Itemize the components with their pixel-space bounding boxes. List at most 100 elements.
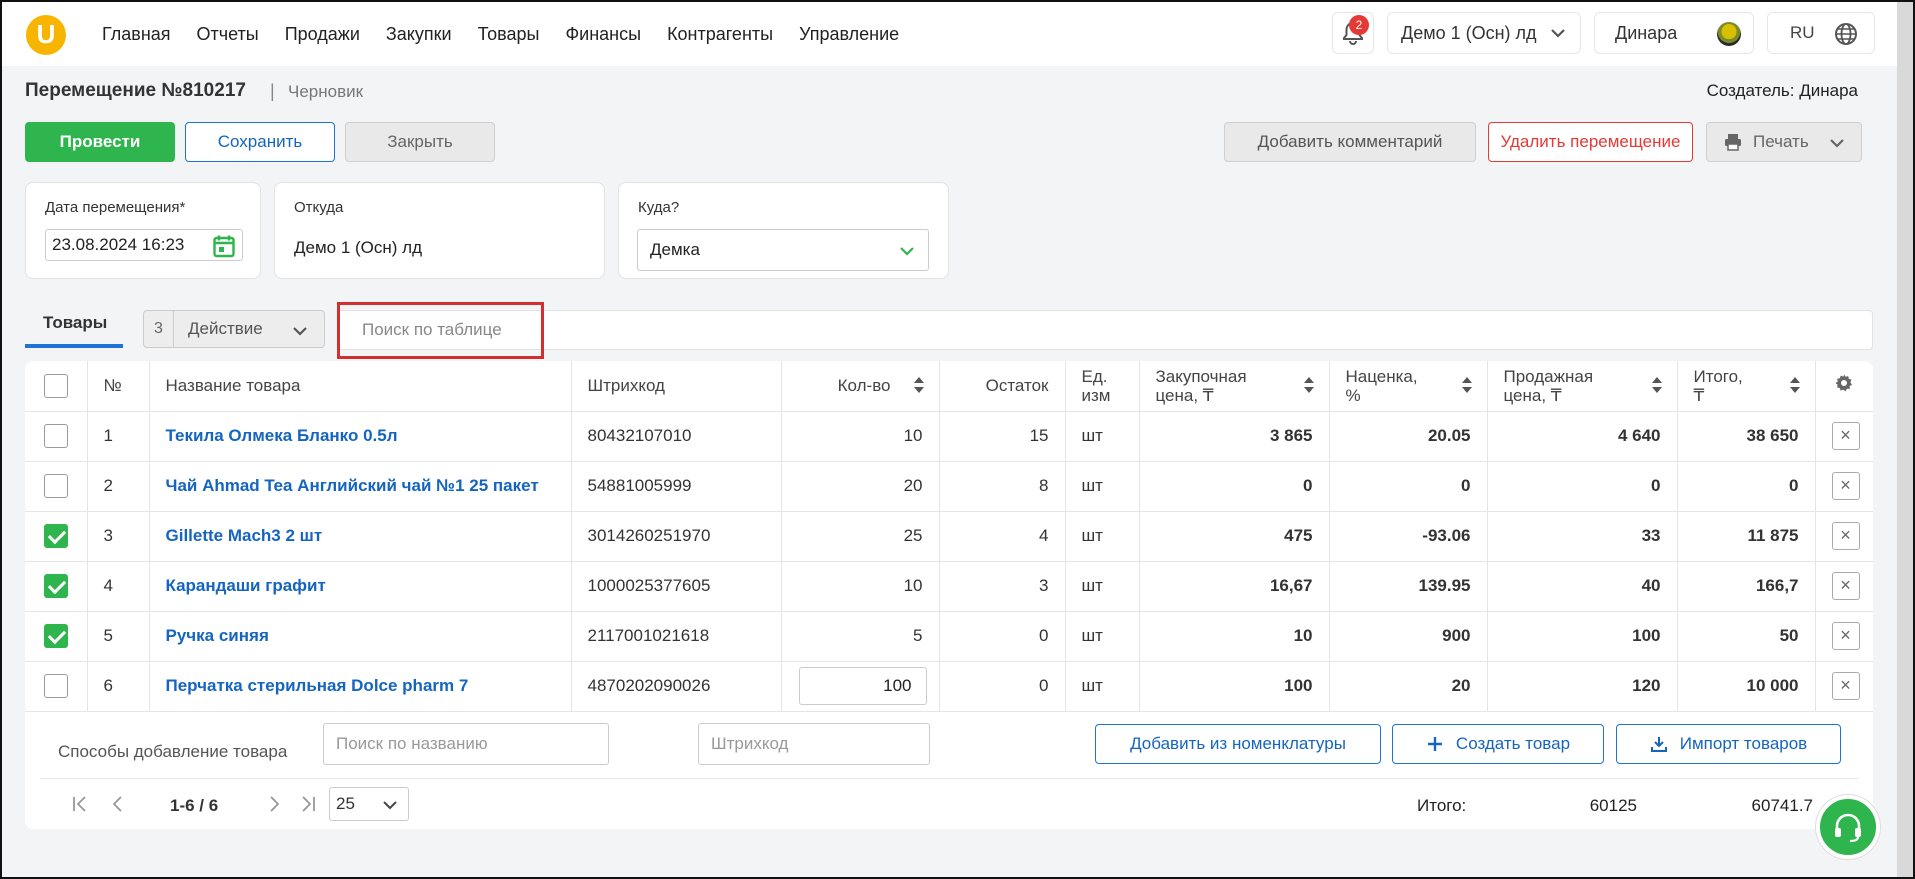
transfer-date-input[interactable]: 23.08.2024 16:23 [45, 229, 243, 261]
sort-icon [1651, 377, 1662, 393]
col-stock: Остаток [939, 361, 1066, 412]
print-button[interactable]: Печать [1706, 122, 1862, 162]
nav-purchases[interactable]: Закупки [386, 24, 452, 45]
markup-cell[interactable]: 0 [1329, 461, 1488, 512]
unit-cell: шт [1065, 511, 1140, 562]
prev-page-icon[interactable] [109, 795, 127, 813]
sale-price-cell[interactable]: 100 [1487, 611, 1678, 662]
row-checkbox[interactable] [43, 424, 68, 448]
purchase-price-cell[interactable]: 0 [1139, 461, 1330, 512]
row-checkbox[interactable] [43, 524, 68, 548]
remove-row-button[interactable]: × [1831, 522, 1860, 550]
qty-cell[interactable]: 5 [781, 611, 940, 662]
notifications-badge: 2 [1349, 15, 1369, 35]
row-total-cell: 0 [1677, 461, 1816, 512]
col-sale-price[interactable]: Продажная цена, ₸ [1487, 361, 1678, 412]
barcode-input[interactable] [698, 723, 930, 765]
tab-products[interactable]: Товары [25, 310, 123, 348]
nav-sales[interactable]: Продажи [285, 24, 360, 45]
add-comment-button[interactable]: Добавить комментарий [1224, 122, 1476, 162]
row-checkbox[interactable] [43, 574, 68, 598]
markup-cell[interactable]: 139.95 [1329, 561, 1488, 612]
organization-name: Демо 1 (Осн) лд [1401, 22, 1537, 43]
table-search-input[interactable] [362, 312, 530, 348]
sale-price-cell[interactable]: 33 [1487, 511, 1678, 562]
purchase-price-cell[interactable]: 10 [1139, 611, 1330, 662]
sale-price-cell[interactable]: 40 [1487, 561, 1678, 612]
nav-counterparties[interactable]: Контрагенты [667, 24, 773, 45]
total-label: Итого: [1417, 796, 1467, 815]
product-name-search-input[interactable] [323, 723, 609, 765]
close-button[interactable]: Закрыть [345, 122, 495, 162]
qty-cell[interactable]: 10 [781, 411, 940, 462]
product-name-link[interactable]: Чай Ahmad Tea Английский чай №1 25 пакет [149, 461, 572, 512]
stock-cell: 3 [939, 561, 1066, 612]
product-name-link[interactable]: Gillette Mach3 2 шт [149, 511, 572, 562]
next-page-icon[interactable] [265, 795, 283, 813]
col-markup[interactable]: Наценка,% [1329, 361, 1488, 412]
product-name-link[interactable]: Текила Олмека Бланко 0.5л [149, 411, 572, 462]
destination-warehouse-select[interactable]: Демка [637, 229, 929, 271]
create-product-button[interactable]: Создать товар [1392, 724, 1604, 764]
add-products-label: Способы добавление товара [58, 742, 288, 761]
printer-icon [1725, 134, 1741, 151]
col-total-line1: Итого, [1693, 366, 1743, 386]
quantity-input[interactable] [798, 667, 927, 705]
last-page-icon[interactable] [299, 795, 317, 813]
row-number: 2 [87, 461, 150, 512]
nav-management[interactable]: Управление [799, 24, 899, 45]
user-menu[interactable]: Динара [1594, 12, 1754, 54]
row-total-cell: 10 000 [1677, 661, 1816, 712]
barcode-cell: 2117001021618 [571, 611, 782, 662]
remove-row-button[interactable]: × [1831, 572, 1860, 600]
sale-price-cell[interactable]: 0 [1487, 461, 1678, 512]
post-button[interactable]: Провести [25, 122, 175, 162]
row-checkbox[interactable] [43, 624, 68, 648]
save-button[interactable]: Сохранить [185, 122, 335, 162]
select-all-checkbox[interactable] [43, 373, 68, 398]
product-name-link[interactable]: Ручка синяя [149, 611, 572, 662]
row-checkbox[interactable] [43, 474, 68, 498]
add-from-catalog-button[interactable]: Добавить из номенклатуры [1095, 724, 1381, 764]
remove-row-button[interactable]: × [1831, 422, 1860, 450]
delete-transfer-button[interactable]: Удалить перемещение [1488, 122, 1693, 162]
remove-row-button[interactable]: × [1831, 472, 1860, 500]
nav-products[interactable]: Товары [478, 24, 540, 45]
col-total[interactable]: Итого, ₸ [1677, 361, 1816, 412]
purchase-price-cell[interactable]: 475 [1139, 511, 1330, 562]
row-remove-cell: × [1815, 611, 1873, 662]
qty-cell[interactable]: 10 [781, 561, 940, 612]
nav-reports[interactable]: Отчеты [197, 24, 259, 45]
organization-selector[interactable]: Демо 1 (Осн) лд [1387, 12, 1581, 54]
markup-cell[interactable]: 900 [1329, 611, 1488, 662]
language-selector[interactable]: RU [1767, 12, 1875, 54]
col-settings[interactable] [1815, 361, 1873, 412]
nav-finance[interactable]: Финансы [565, 24, 641, 45]
product-name-link[interactable]: Карандаши графит [149, 561, 572, 612]
row-checkbox[interactable] [43, 674, 68, 698]
first-page-icon[interactable] [71, 795, 89, 813]
qty-cell[interactable]: 20 [781, 461, 940, 512]
remove-row-button[interactable]: × [1831, 622, 1860, 650]
col-qty[interactable]: Кол-во [781, 361, 940, 412]
markup-cell[interactable]: -93.06 [1329, 511, 1488, 562]
notifications-button[interactable]: 2 [1332, 12, 1374, 54]
remove-row-button[interactable]: × [1831, 672, 1860, 700]
purchase-price-cell[interactable]: 100 [1139, 661, 1330, 712]
purchase-price-cell[interactable]: 3 865 [1139, 411, 1330, 462]
bulk-action-dropdown[interactable]: 3 Действие [143, 310, 325, 348]
purchase-price-cell[interactable]: 16,67 [1139, 561, 1330, 612]
sale-price-cell[interactable]: 4 640 [1487, 411, 1678, 462]
nav-home[interactable]: Главная [102, 24, 171, 45]
support-chat-button[interactable] [1816, 795, 1880, 859]
sale-price-cell[interactable]: 120 [1487, 661, 1678, 712]
markup-cell[interactable]: 20.05 [1329, 411, 1488, 462]
page-size-select[interactable]: 25 [329, 787, 409, 821]
qty-cell[interactable]: 25 [781, 511, 940, 562]
markup-cell[interactable]: 20 [1329, 661, 1488, 712]
app-logo[interactable]: U [26, 15, 66, 55]
calendar-icon[interactable] [213, 234, 235, 258]
import-products-button[interactable]: Импорт товаров [1616, 724, 1841, 764]
col-purchase-price[interactable]: Закупочная цена, ₸ [1139, 361, 1330, 412]
product-name-link[interactable]: Перчатка стерильная Dolce pharm 7 [149, 661, 572, 712]
